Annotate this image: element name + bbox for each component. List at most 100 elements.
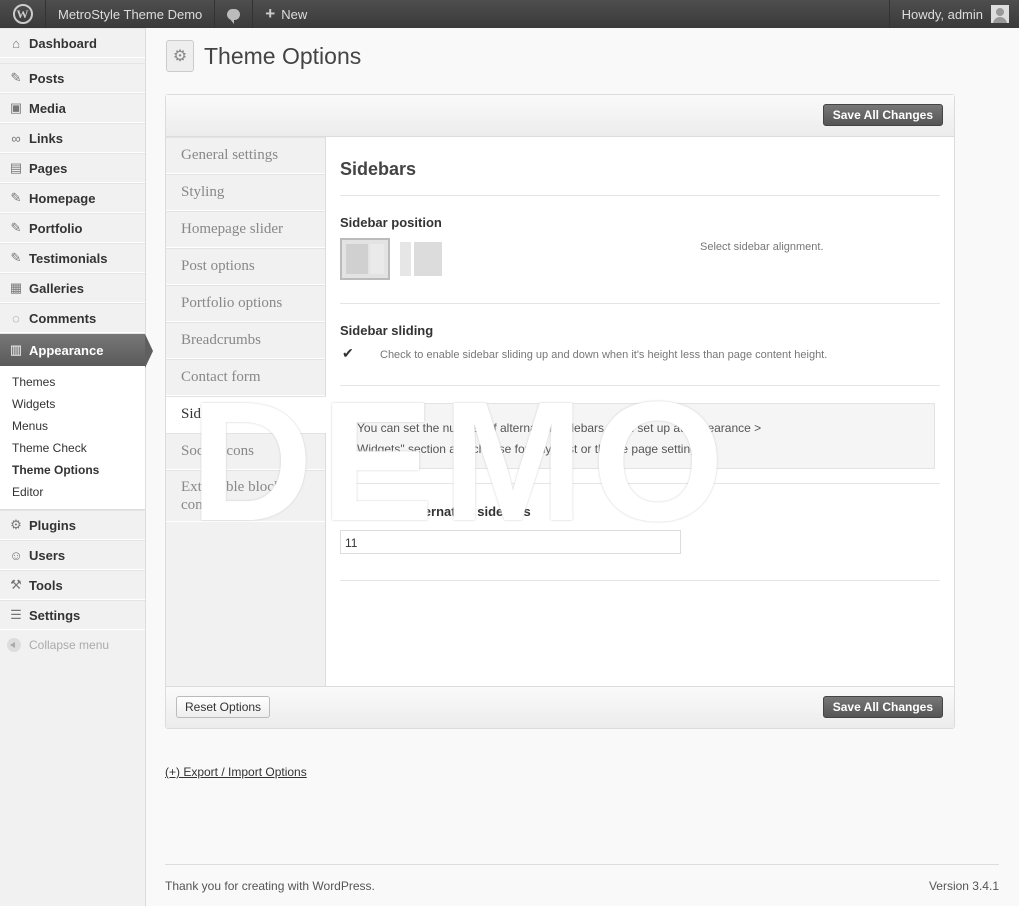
layout-sidebar-block bbox=[400, 242, 411, 276]
menu-item-pages[interactable]: ▤ Pages bbox=[0, 153, 145, 183]
menu-label: Tools bbox=[29, 577, 63, 593]
options-tabs: General settings Styling Homepage slider… bbox=[166, 137, 326, 688]
media-icon: ▣ bbox=[9, 100, 23, 115]
sidebars-pane: Sidebars Sidebar position Select sidebar… bbox=[340, 137, 940, 688]
panel-header: Save All Changes bbox=[166, 95, 954, 137]
menu-label: Users bbox=[29, 547, 66, 563]
wordpress-logo-icon: W bbox=[12, 4, 33, 24]
save-all-changes-button-top[interactable]: Save All Changes bbox=[822, 104, 943, 126]
plus-icon: + bbox=[265, 4, 276, 23]
comment-icon: ◌ bbox=[12, 310, 20, 326]
menu-label: Media bbox=[29, 100, 66, 116]
appearance-submenu: Themes Widgets Menus Theme Check Theme O… bbox=[0, 367, 145, 510]
house-icon: ⌂ bbox=[12, 35, 20, 51]
pushpin-icon: ✎ bbox=[10, 70, 22, 85]
tab-styling[interactable]: Styling bbox=[166, 174, 325, 211]
menu-label: Portfolio bbox=[29, 220, 83, 236]
menu-item-portfolio[interactable]: ✎ Portfolio bbox=[0, 213, 145, 243]
tab-breadcrumbs[interactable]: Breadcrumbs bbox=[166, 322, 325, 359]
tab-sidebars[interactable]: Sidebars bbox=[166, 396, 326, 433]
divider bbox=[340, 483, 940, 484]
menu-item-tools[interactable]: ⚒ Tools bbox=[0, 570, 145, 600]
tab-post-options[interactable]: Post options bbox=[166, 248, 325, 285]
sidebar-right-layout-option[interactable] bbox=[340, 238, 390, 280]
sidebar-sliding-label: Sidebar sliding bbox=[340, 323, 434, 338]
options-panel: Save All Changes General settings Stylin… bbox=[165, 94, 955, 729]
submenu-item-menus[interactable]: Menus bbox=[0, 415, 145, 437]
tab-homepage-slider[interactable]: Homepage slider bbox=[166, 211, 325, 248]
collapse-label: Collapse menu bbox=[29, 638, 110, 652]
menu-item-dashboard[interactable]: ⌂ Dashboard bbox=[0, 28, 145, 58]
tab-portfolio-options[interactable]: Portfolio options bbox=[166, 285, 325, 322]
pushpin-icon: ✎ bbox=[10, 250, 22, 265]
menu-item-appearance[interactable]: ▥ Appearance bbox=[0, 333, 153, 368]
howdy-text: Howdy, admin bbox=[901, 6, 983, 22]
submenu-item-widgets[interactable]: Widgets bbox=[0, 393, 145, 415]
menu-item-settings[interactable]: ☰ Settings bbox=[0, 600, 145, 630]
submenu-item-editor[interactable]: Editor bbox=[0, 481, 145, 503]
sidebar-sliding-description: Check to enable sidebar sliding up and d… bbox=[380, 349, 828, 361]
account-menu[interactable]: Howdy, admin bbox=[888, 0, 1019, 28]
menu-label: Appearance bbox=[29, 342, 104, 358]
menu-label: Plugins bbox=[29, 517, 76, 533]
gallery-icon: ▦ bbox=[9, 280, 23, 295]
comment-bubble-icon bbox=[227, 8, 241, 24]
sidebars-info-box: You can set the number of alternative si… bbox=[340, 403, 935, 469]
settings-icon: ☰ bbox=[10, 607, 22, 622]
collapse-arrow-icon bbox=[7, 638, 21, 652]
divider bbox=[340, 195, 940, 196]
menu-item-posts[interactable]: ✎ Posts bbox=[0, 63, 145, 93]
page-title: Theme Options bbox=[204, 42, 362, 69]
menu-label: Settings bbox=[29, 607, 81, 623]
pages-icon: ▤ bbox=[9, 160, 23, 175]
theme-options-icon: ⚙ bbox=[166, 40, 194, 72]
pushpin-icon: ✎ bbox=[10, 190, 22, 205]
menu-item-users[interactable]: ☺ Users bbox=[0, 540, 145, 570]
menu-label: Comments bbox=[29, 310, 97, 326]
users-icon: ☺ bbox=[9, 547, 23, 563]
tools-icon: ⚒ bbox=[10, 577, 22, 592]
menu-item-comments[interactable]: ◌ Comments bbox=[0, 303, 145, 333]
menu-label: Homepage bbox=[29, 190, 96, 206]
menu-label: Links bbox=[29, 130, 63, 146]
menu-item-testimonials[interactable]: ✎ Testimonials bbox=[0, 243, 145, 273]
export-import-options-link[interactable]: (+) Export / Import Options bbox=[165, 765, 307, 779]
submenu-item-theme-check[interactable]: Theme Check bbox=[0, 437, 145, 459]
footer: Thank you for creating with WordPress. V… bbox=[165, 864, 999, 893]
new-content-button[interactable]: + New bbox=[253, 0, 319, 28]
number-of-sidebars-input[interactable]: 11 bbox=[340, 530, 681, 554]
sidebar-sliding-checkbox[interactable]: ✔ bbox=[342, 346, 356, 360]
appearance-icon: ▥ bbox=[9, 342, 23, 357]
submenu-item-themes[interactable]: Themes bbox=[0, 371, 145, 393]
number-of-sidebars-label: Number of alternative sidebars bbox=[340, 504, 531, 519]
tab-general-settings[interactable]: General settings bbox=[166, 137, 325, 174]
sidebar-left-layout-option[interactable] bbox=[400, 242, 442, 276]
menu-item-media[interactable]: ▣ Media bbox=[0, 93, 145, 123]
menu-label: Dashboard bbox=[29, 35, 97, 51]
section-heading: Sidebars bbox=[340, 159, 417, 179]
new-label: New bbox=[281, 6, 308, 22]
site-name-link[interactable]: MetroStyle Theme Demo bbox=[46, 0, 216, 28]
collapse-menu-button[interactable]: Collapse menu bbox=[0, 630, 145, 660]
tab-social-icons[interactable]: Social icons bbox=[166, 433, 325, 470]
reset-options-button[interactable]: Reset Options bbox=[176, 696, 271, 718]
menu-label: Pages bbox=[29, 160, 68, 176]
wordpress-logo-button[interactable]: W bbox=[0, 0, 46, 28]
link-icon: ∞ bbox=[11, 130, 21, 146]
comments-button[interactable] bbox=[215, 0, 254, 28]
sidebar-position-description: Select sidebar alignment. bbox=[700, 241, 824, 253]
save-all-changes-button-bottom[interactable]: Save All Changes bbox=[822, 696, 943, 718]
layout-content-block bbox=[346, 244, 368, 274]
footer-thanks: Thank you for creating with WordPress. bbox=[165, 879, 375, 893]
menu-label: Testimonials bbox=[29, 250, 108, 266]
sidebar-position-label: Sidebar position bbox=[340, 215, 442, 230]
menu-item-plugins[interactable]: ⚙ Plugins bbox=[0, 510, 145, 540]
menu-item-galleries[interactable]: ▦ Galleries bbox=[0, 273, 145, 303]
submenu-item-theme-options[interactable]: Theme Options bbox=[0, 459, 145, 481]
tab-extensible-blocks[interactable]: Extensible blocks content bbox=[166, 470, 325, 522]
menu-label: Galleries bbox=[29, 280, 84, 296]
tab-contact-form[interactable]: Contact form bbox=[166, 359, 325, 396]
menu-item-homepage[interactable]: ✎ Homepage bbox=[0, 183, 145, 213]
menu-item-links[interactable]: ∞ Links bbox=[0, 123, 145, 153]
main-content: ⚙ Theme Options Save All Changes General… bbox=[146, 28, 1019, 906]
